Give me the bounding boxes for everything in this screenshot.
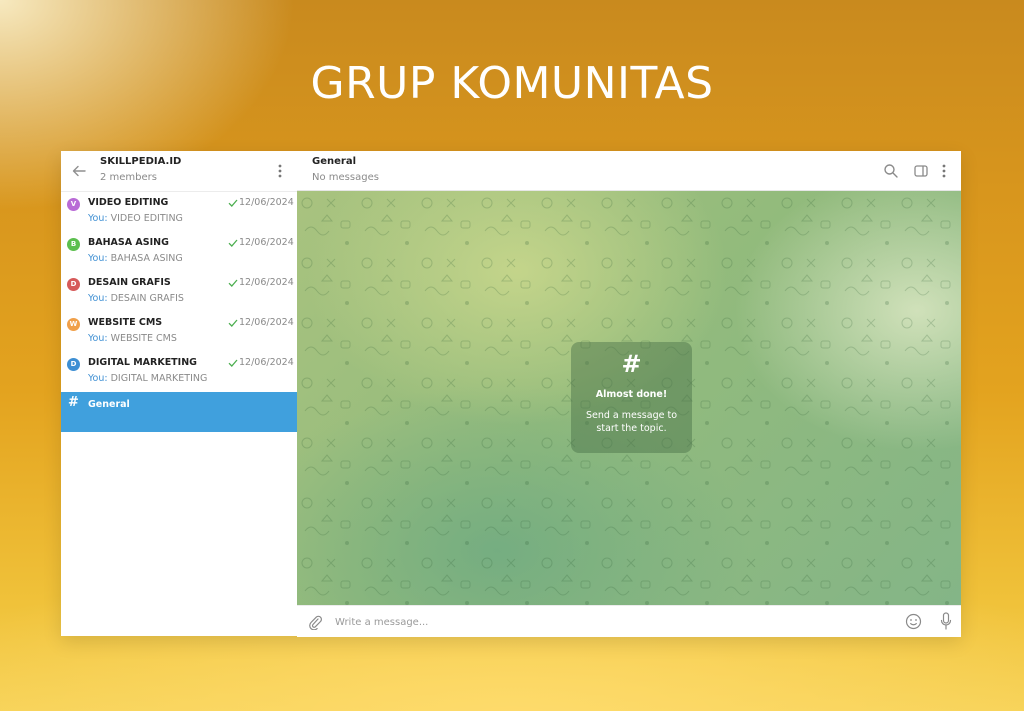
topic-item-general[interactable]: # General bbox=[61, 392, 297, 432]
hash-icon: # bbox=[68, 395, 79, 410]
preview-text: WEBSITE CMS bbox=[107, 333, 177, 344]
kebab-icon[interactable] bbox=[275, 163, 285, 179]
sender-label: You: bbox=[88, 213, 108, 224]
chat-status: No messages bbox=[312, 172, 379, 183]
chat-background: # Almost done! Send a message to start t… bbox=[297, 191, 961, 605]
topics-sidebar: SKILLPEDIA.ID 2 members V VIDEO EDITING … bbox=[61, 151, 298, 636]
topic-avatar: V bbox=[67, 198, 80, 211]
message-input[interactable] bbox=[333, 612, 857, 632]
topic-item-digital-marketing[interactable]: D DIGITAL MARKETING 12/06/2024 You: DIGI… bbox=[61, 352, 297, 392]
sender-label: You: bbox=[88, 373, 108, 384]
emoji-icon[interactable] bbox=[905, 613, 922, 630]
group-header: SKILLPEDIA.ID 2 members bbox=[61, 151, 297, 192]
chat-panel: General No messages # Almost done! Send … bbox=[297, 151, 961, 637]
topic-item-website-cms[interactable]: W WEBSITE CMS 12/06/2024 You: WEBSITE CM… bbox=[61, 312, 297, 352]
preview-text: DIGITAL MARKETING bbox=[107, 373, 208, 384]
topic-item-bahasa-asing[interactable]: B BAHASA ASING 12/06/2024 You: BAHASA AS… bbox=[61, 232, 297, 272]
topic-avatar: B bbox=[67, 238, 80, 251]
preview-text: DESAIN GRAFIS bbox=[107, 293, 184, 304]
topic-name: General bbox=[88, 399, 130, 410]
check-icon bbox=[228, 359, 238, 367]
topic-avatar: W bbox=[67, 318, 80, 331]
paperclip-icon[interactable] bbox=[307, 614, 323, 630]
topic-date: 12/06/2024 bbox=[239, 317, 294, 328]
sender-label: You: bbox=[88, 293, 108, 304]
topic-date: 12/06/2024 bbox=[239, 357, 294, 368]
search-icon[interactable] bbox=[883, 163, 899, 179]
microphone-icon[interactable] bbox=[940, 612, 952, 630]
topic-date: 12/06/2024 bbox=[239, 237, 294, 248]
topic-date: 12/06/2024 bbox=[239, 277, 294, 288]
topic-preview: You: WEBSITE CMS bbox=[88, 333, 177, 344]
check-icon bbox=[228, 279, 238, 287]
topic-avatar: D bbox=[67, 358, 80, 371]
hash-icon: # bbox=[621, 350, 642, 378]
topic-avatar: D bbox=[67, 278, 80, 291]
app-window: SKILLPEDIA.ID 2 members V VIDEO EDITING … bbox=[61, 151, 961, 637]
empty-topic-notice: # Almost done! Send a message to start t… bbox=[571, 342, 692, 453]
topic-item-video-editing[interactable]: V VIDEO EDITING 12/06/2024 You: VIDEO ED… bbox=[61, 192, 297, 232]
topic-date: 12/06/2024 bbox=[239, 197, 294, 208]
topic-name: WEBSITE CMS bbox=[88, 317, 163, 328]
sender-label: You: bbox=[88, 253, 108, 264]
topic-preview: You: VIDEO EDITING bbox=[88, 213, 183, 224]
check-icon bbox=[228, 239, 238, 247]
topic-name: DESAIN GRAFIS bbox=[88, 277, 171, 288]
check-icon bbox=[228, 319, 238, 327]
message-composer bbox=[297, 605, 961, 637]
topic-item-desain-grafis[interactable]: D DESAIN GRAFIS 12/06/2024 You: DESAIN G… bbox=[61, 272, 297, 312]
group-members-count: 2 members bbox=[100, 172, 157, 183]
kebab-icon[interactable] bbox=[939, 163, 949, 179]
topic-preview: You: DIGITAL MARKETING bbox=[88, 373, 207, 384]
chat-header: General No messages bbox=[297, 151, 961, 191]
chat-title: General bbox=[312, 156, 356, 167]
preview-text: VIDEO EDITING bbox=[107, 213, 183, 224]
notice-title: Almost done! bbox=[595, 389, 668, 400]
topic-name: DIGITAL MARKETING bbox=[88, 357, 197, 368]
check-icon bbox=[228, 199, 238, 207]
sidebar-toggle-icon[interactable] bbox=[913, 163, 929, 179]
preview-text: BAHASA ASING bbox=[107, 253, 183, 264]
group-title: SKILLPEDIA.ID bbox=[100, 156, 182, 167]
topic-name: VIDEO EDITING bbox=[88, 197, 169, 208]
page-heading: GRUP KOMUNITAS bbox=[310, 58, 714, 109]
topic-preview: You: BAHASA ASING bbox=[88, 253, 183, 264]
sender-label: You: bbox=[88, 333, 108, 344]
notice-body: Send a message to start the topic. bbox=[585, 410, 678, 434]
topic-preview: You: DESAIN GRAFIS bbox=[88, 293, 184, 304]
topic-name: BAHASA ASING bbox=[88, 237, 169, 248]
arrow-left-icon[interactable] bbox=[71, 163, 87, 179]
